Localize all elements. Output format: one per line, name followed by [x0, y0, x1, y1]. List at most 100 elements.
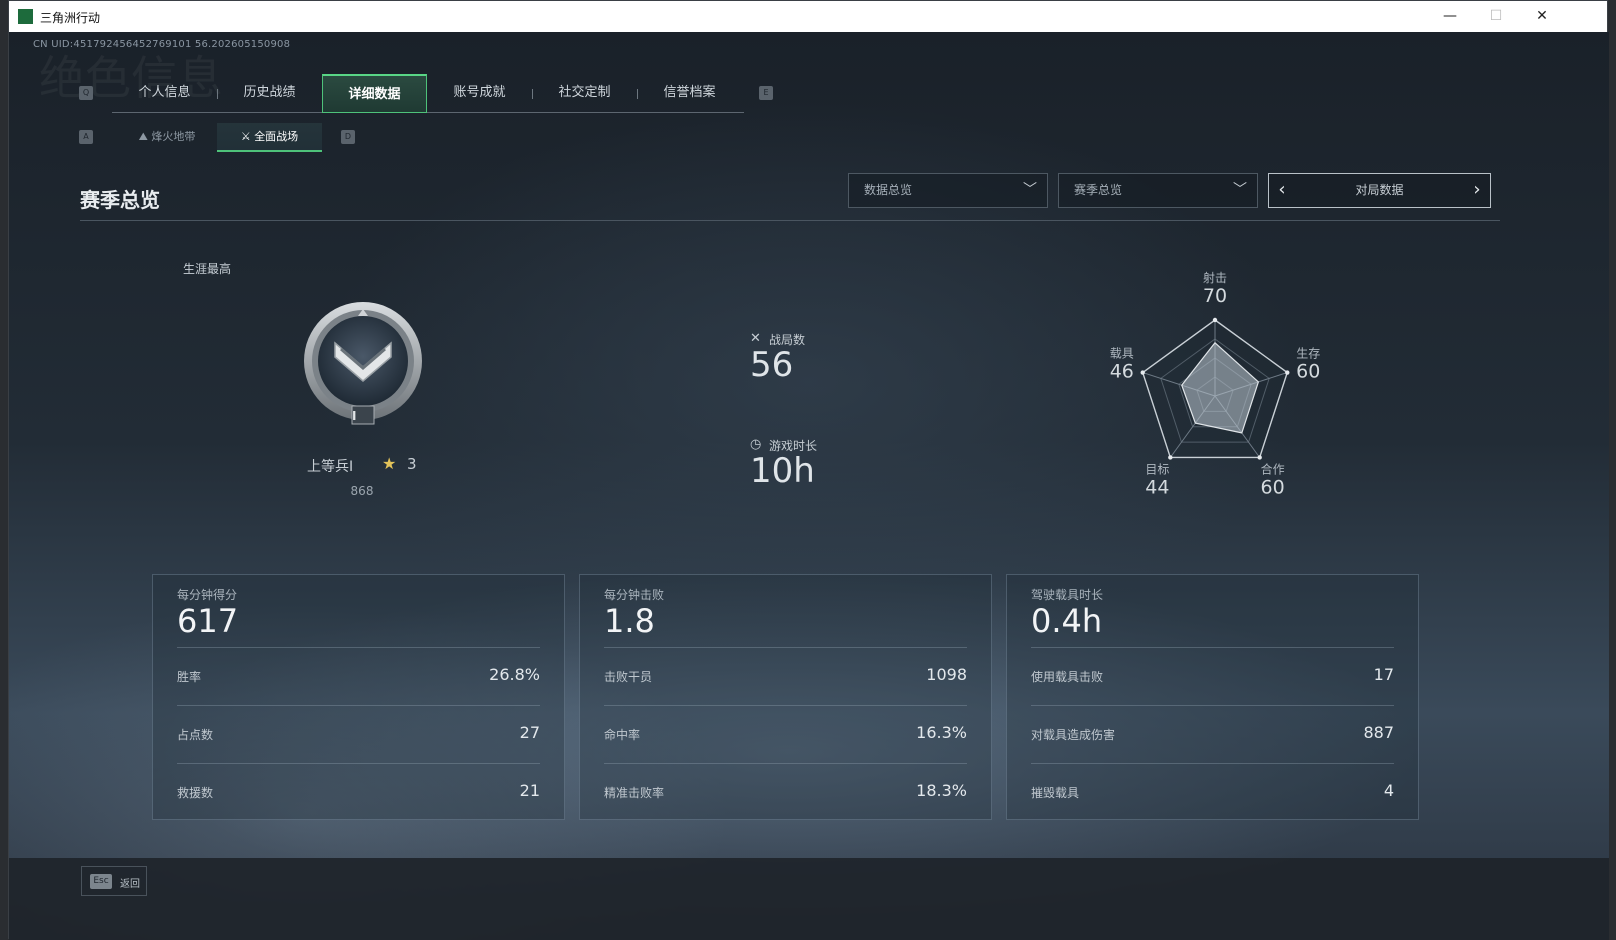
e-key-hint: E [759, 86, 773, 100]
rank-score: 868 [350, 484, 374, 498]
uid-label: CN UID:451792456452769101 56.20260515090… [33, 39, 291, 50]
dropdown-value: 赛季总览 [1074, 183, 1123, 197]
rank-badge-numeral: I [352, 409, 357, 423]
radar-axis-label: 合作 [1261, 461, 1285, 476]
row-value: 21 [519, 781, 540, 800]
a-key-hint: A [79, 130, 93, 144]
row-label: 胜率 [177, 670, 202, 684]
playtime-value: 10h [750, 451, 815, 491]
subtab-hazard-zone[interactable]: ⛰ 烽火地带 [117, 123, 217, 152]
radar-axis-label: 生存 [1296, 347, 1320, 361]
esc-key-hint: Esc [90, 874, 112, 889]
radar-axis-value: 44 [1145, 476, 1169, 498]
table-row: 使用载具击败 17 [1031, 647, 1394, 705]
table-row: 击败干员 1098 [604, 647, 967, 705]
season-dropdown[interactable]: 赛季总览 ﹀ [1058, 173, 1258, 208]
table-row: 精准击败率 18.3% [604, 763, 967, 821]
title-bar: 三角洲行动 — ☐ ✕ [9, 1, 1607, 32]
tab-achievements[interactable]: 账号成就 [427, 74, 532, 113]
star-icon: ★ [382, 454, 397, 473]
table-row: 占点数 27 [177, 705, 540, 763]
radar-axis-dot [1140, 370, 1145, 375]
subtab-label: 烽火地带 [151, 130, 196, 143]
table-row: 胜率 26.8% [177, 647, 540, 705]
d-key-hint: D [341, 130, 355, 144]
stat-card-kills: 每分钟击败 1.8 击败干员 1098 命中率 16.3% 精准击败率 18.3% [579, 574, 992, 820]
tab-reputation[interactable]: 信誉档案 [637, 74, 742, 113]
minimize-button[interactable]: — [1427, 1, 1473, 32]
table-row: 对载具造成伤害 887 [1031, 705, 1394, 763]
row-value: 16.3% [916, 723, 967, 742]
radar-axis-label: 载具 [1110, 347, 1134, 361]
mountain-icon: ⛰ [138, 130, 148, 143]
radar-axis-value: 60 [1296, 361, 1320, 383]
stat-card-vehicle: 驾驶载具时长 0.4h 使用载具击败 17 对载具造成伤害 887 摧毁载具 4 [1006, 574, 1419, 820]
row-value: 1098 [926, 665, 967, 684]
q-key-hint: Q [79, 86, 93, 100]
rank-star-count: 3 [407, 455, 417, 473]
radar-axis-value: 46 [1110, 361, 1134, 383]
tab-detailed-data[interactable]: 详细数据 [322, 74, 427, 113]
match-data-navigator: 对局数据 ‹ › [1268, 173, 1491, 208]
card-head-label: 每分钟击败 [604, 588, 665, 602]
match-nav-label: 对局数据 [1355, 183, 1404, 197]
tab-personal-info[interactable]: 个人信息 [112, 74, 217, 113]
radar-axis-dot [1168, 455, 1173, 460]
ability-radar-chart: 射击70生存60合作60目标44载具46赛季平均 [1110, 270, 1321, 498]
app-window: 三角洲行动 — ☐ ✕ 绝色信息 CN UID:4517924564527691… [8, 0, 1609, 940]
row-value: 26.8% [489, 665, 540, 684]
tab-match-history[interactable]: 历史战绩 [217, 74, 322, 113]
main-tabs: 个人信息 历史战绩 详细数据 账号成就 社交定制 信誉档案 [112, 74, 744, 113]
row-value: 17 [1373, 665, 1394, 684]
table-row: 救援数 21 [177, 763, 540, 821]
maximize-button[interactable]: ☐ [1473, 1, 1519, 32]
card-head-label: 驾驶载具时长 [1031, 588, 1104, 602]
crossed-swords-icon: ✕ [750, 331, 761, 346]
data-overview-dropdown[interactable]: 数据总览 ﹀ [848, 173, 1048, 208]
dropdown-value: 数据总览 [864, 183, 913, 197]
stat-card-score: 每分钟得分 617 胜率 26.8% 占点数 27 救援数 21 [152, 574, 565, 820]
table-row: 命中率 16.3% [604, 705, 967, 763]
row-label: 精准击败率 [604, 786, 665, 800]
matches-value: 56 [750, 345, 794, 385]
row-label: 占点数 [177, 728, 214, 742]
subtab-label: 全面战场 [254, 130, 299, 143]
game-view: 绝色信息 CN UID:451792456452769101 56.202605… [9, 32, 1609, 940]
footer-bar [9, 858, 1609, 940]
tab-social[interactable]: 社交定制 [532, 74, 637, 113]
row-value: 18.3% [916, 781, 967, 800]
window-title: 三角洲行动 [40, 11, 101, 25]
table-row: 摧毁载具 4 [1031, 763, 1394, 821]
card-head-label: 每分钟得分 [177, 588, 238, 602]
app-logo-icon [18, 9, 33, 24]
row-label: 使用载具击败 [1031, 670, 1104, 684]
row-label: 命中率 [604, 728, 641, 742]
subtab-full-battlefield[interactable]: ⚔ 全面战场 [217, 123, 322, 152]
rank-badge-icon [304, 302, 422, 425]
radar-axis-value: 60 [1261, 476, 1285, 498]
next-arrow-icon[interactable]: › [1467, 174, 1487, 207]
section-title: 赛季总览 [80, 188, 160, 212]
prev-arrow-icon[interactable]: ‹ [1272, 174, 1292, 207]
radar-axis-dot [1212, 317, 1218, 323]
radar-axis-value: 70 [1203, 285, 1227, 307]
row-label: 摧毁载具 [1031, 786, 1080, 800]
row-label: 击败干员 [604, 670, 653, 684]
back-button[interactable]: Esc 返回 [81, 866, 147, 896]
row-label: 救援数 [177, 786, 214, 800]
card-head-value: 1.8 [604, 602, 655, 640]
rank-name: 上等兵Ⅰ [307, 459, 354, 475]
clock-icon: ◷ [750, 437, 762, 452]
career-best-label: 生涯最高 [183, 262, 232, 276]
row-label: 对载具造成伤害 [1031, 728, 1116, 742]
chevron-down-icon: ﹀ [1233, 182, 1247, 198]
close-button[interactable]: ✕ [1519, 1, 1565, 32]
radar-axis-dot [1257, 455, 1262, 460]
radar-axis-dot [1285, 370, 1290, 375]
chevron-down-icon: ﹀ [1023, 182, 1037, 198]
section-divider [80, 220, 1500, 221]
soldier-icon: ⚔ [240, 130, 251, 143]
row-value: 27 [519, 723, 540, 742]
radar-axis-label: 目标 [1145, 462, 1169, 476]
card-head-value: 0.4h [1031, 602, 1103, 640]
